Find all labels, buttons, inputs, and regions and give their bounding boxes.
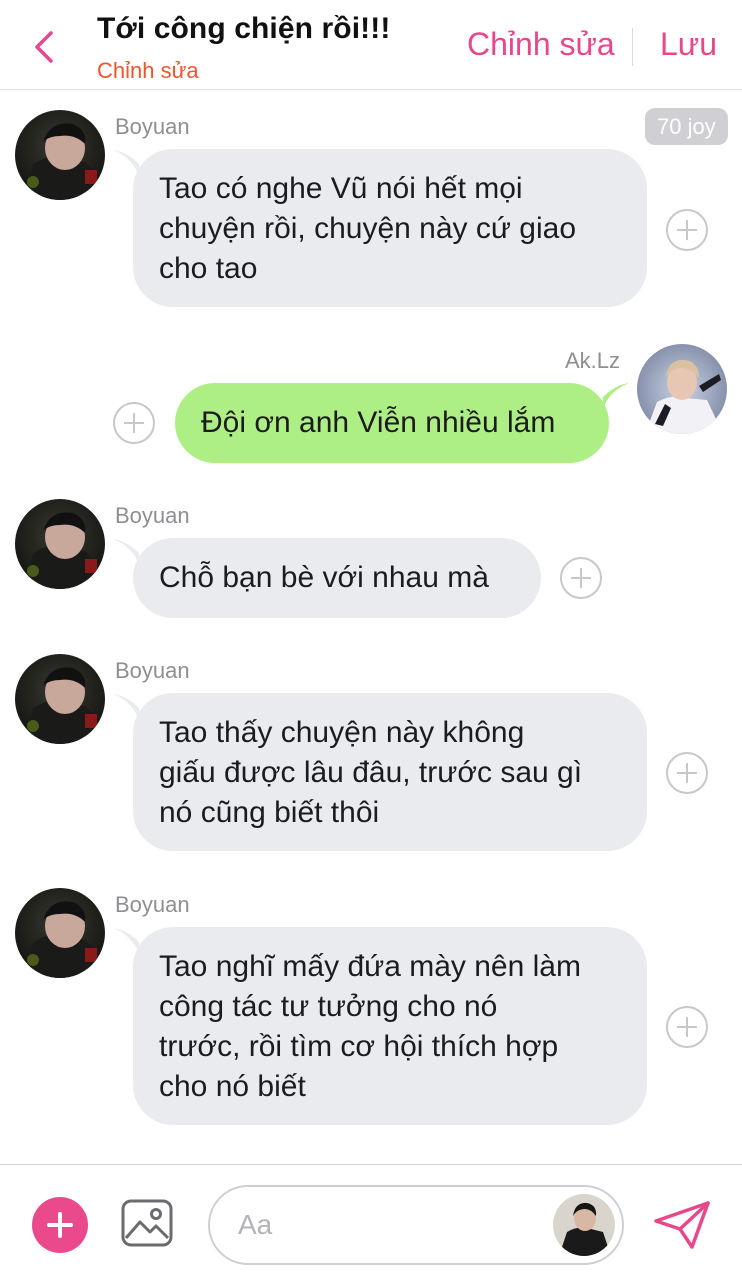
message-line: cho tao <box>159 252 258 285</box>
avatar-image <box>15 499 105 589</box>
sender-name: Boyuan <box>115 892 190 917</box>
chat-header: Tới công chiện rồi!!! Chỉnh sửa Chỉnh sử… <box>0 0 742 90</box>
image-icon[interactable] <box>120 1198 174 1248</box>
bubble-tail <box>113 150 139 176</box>
message-line: Tao thấy chuyện này không <box>159 716 525 749</box>
plus-circle-icon[interactable] <box>560 557 602 599</box>
message-line: công tác tư tưởng cho nó <box>159 990 498 1023</box>
message-bubble[interactable]: Tao có nghe Vũ nói hết mọi chuyện rồi, c… <box>133 149 647 307</box>
plus-icon[interactable] <box>32 1197 88 1253</box>
bubble-tail <box>113 928 139 954</box>
avatar-image <box>15 654 105 744</box>
plus-circle-icon[interactable] <box>666 209 708 251</box>
message-line: cho nó biết <box>159 1070 306 1103</box>
sender-name: Ak.Lz <box>565 348 621 373</box>
avatar-image <box>553 1194 615 1256</box>
message-bubble[interactable]: Tao nghĩ mấy đứa mày nên làm công tác tư… <box>133 927 647 1125</box>
bubble-tail <box>603 383 629 409</box>
avatar-boyuan[interactable] <box>15 888 105 978</box>
message-line: Tao nghĩ mấy đứa mày nên làm <box>159 950 581 983</box>
composer-bar <box>0 1164 742 1281</box>
message-line: giấu được lâu đâu, trước sau gì <box>159 756 583 789</box>
message-line: chuyện rồi, chuyện này cứ giao <box>159 212 576 245</box>
avatar-boyuan[interactable] <box>15 654 105 744</box>
bubble-tail <box>113 694 139 720</box>
message-line: nó cũng biết thôi <box>159 796 380 829</box>
plus-circle-icon[interactable] <box>666 752 708 794</box>
message-input[interactable] <box>238 1205 538 1245</box>
sender-name: Boyuan <box>115 114 190 139</box>
message-bubble[interactable]: Chỗ bạn bè với nhau mà <box>133 538 541 618</box>
avatar-image <box>637 344 727 434</box>
chevron-left-icon <box>35 31 53 63</box>
message-bubble[interactable]: Đội ơn anh Viễn nhiều lắm <box>175 383 609 463</box>
avatar-aklz[interactable] <box>637 344 727 434</box>
avatar-image <box>15 888 105 978</box>
header-divider <box>632 28 633 66</box>
message-bubble[interactable]: Tao thấy chuyện này không giấu được lâu … <box>133 693 647 851</box>
avatar-boyuan[interactable] <box>15 499 105 589</box>
avatar-image <box>15 110 105 200</box>
message-line: Đội ơn anh Viễn nhiều lắm <box>201 406 556 439</box>
edit-button[interactable]: Chỉnh sửa <box>467 26 615 63</box>
send-icon[interactable] <box>652 1199 712 1251</box>
sender-name: Boyuan <box>115 658 190 683</box>
character-avatar[interactable] <box>553 1194 615 1256</box>
back-button[interactable] <box>22 22 66 72</box>
sender-name: Boyuan <box>115 503 190 528</box>
chat-title: Tới công chiện rồi!!! <box>97 12 391 45</box>
avatar-boyuan[interactable] <box>15 110 105 200</box>
joy-badge: 70 joy <box>645 108 728 145</box>
plus-circle-icon[interactable] <box>113 402 155 444</box>
message-line: Tao có nghe Vũ nói hết mọi <box>159 172 523 205</box>
bubble-tail <box>113 539 139 565</box>
message-input-container[interactable] <box>208 1185 624 1265</box>
save-button[interactable]: Lưu <box>660 26 717 63</box>
message-line: Chỗ bạn bè với nhau mà <box>159 561 489 594</box>
plus-circle-icon[interactable] <box>666 1006 708 1048</box>
chat-subtitle: Chỉnh sửa <box>97 58 199 83</box>
message-line: trước, rồi tìm cơ hội thích hợp <box>159 1030 559 1063</box>
